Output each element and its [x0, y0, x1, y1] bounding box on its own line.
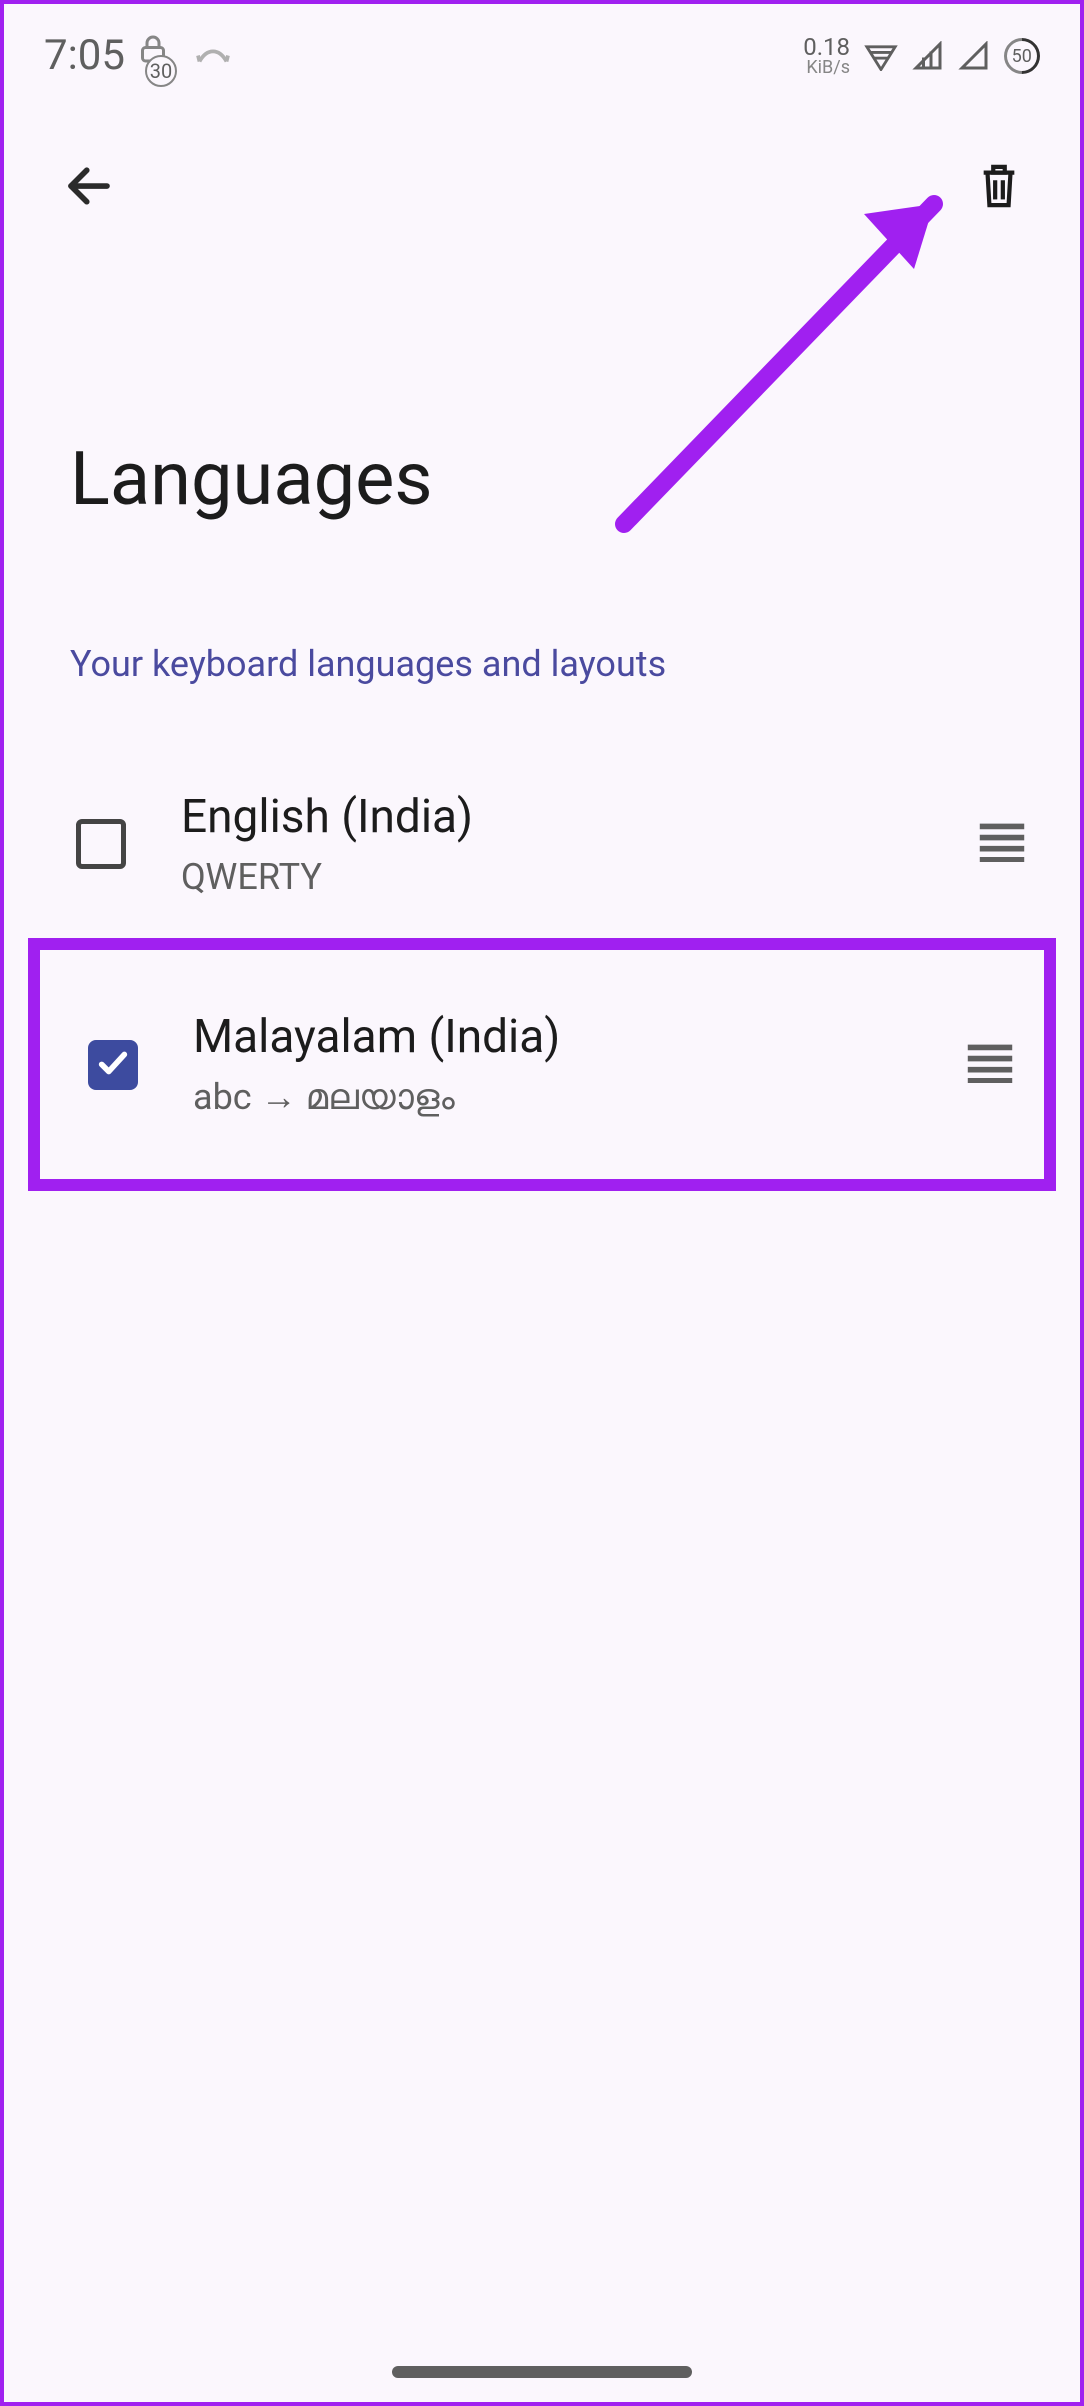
- network-value: 0.18: [803, 35, 850, 59]
- battery-percent: 50: [1012, 45, 1032, 66]
- drag-handle[interactable]: [974, 822, 1030, 866]
- network-speed: 0.18 KiB/s: [803, 35, 850, 77]
- notification-lock-icon: 30: [135, 31, 185, 81]
- language-text: Malayalam (India) abc → മലയാളം: [193, 1010, 907, 1119]
- section-label: Your keyboard languages and layouts: [4, 523, 1080, 685]
- toolbar: [4, 99, 1080, 226]
- language-row-english[interactable]: English (India) QWERTY: [4, 750, 1080, 938]
- language-title: English (India): [181, 790, 919, 844]
- language-list: English (India) QWERTY Malayalam (India)…: [4, 685, 1080, 1191]
- checkbox-unchecked[interactable]: [76, 819, 126, 869]
- language-subtitle: QWERTY: [181, 856, 919, 898]
- notification-count: 30: [145, 55, 177, 87]
- back-button[interactable]: [52, 149, 126, 226]
- annotation-highlight: Malayalam (India) abc → മലയാളം: [28, 938, 1056, 1191]
- signal-2-icon: [958, 41, 990, 71]
- arrow-left-icon: [62, 201, 116, 216]
- missed-call-icon: [195, 40, 231, 72]
- status-right: 0.18 KiB/s 50: [803, 35, 1040, 77]
- checkbox-checked[interactable]: [88, 1040, 138, 1090]
- signal-1-icon: [912, 41, 944, 71]
- clock-time: 7:05: [44, 31, 125, 80]
- status-bar: 7:05 30 0.18 KiB/s 50: [4, 4, 1080, 99]
- page-title: Languages: [4, 226, 1080, 523]
- status-left: 7:05 30: [44, 31, 231, 81]
- delete-button[interactable]: [966, 151, 1032, 224]
- check-icon: [96, 1046, 130, 1084]
- battery-icon: 50: [997, 30, 1048, 81]
- language-row-malayalam[interactable]: Malayalam (India) abc → മലയാളം: [40, 950, 1044, 1179]
- trash-icon: [976, 199, 1022, 214]
- drag-handle[interactable]: [962, 1043, 1018, 1087]
- language-title: Malayalam (India): [193, 1010, 907, 1064]
- language-subtitle: abc → മലയാളം: [193, 1076, 907, 1119]
- network-unit: KiB/s: [803, 59, 850, 77]
- language-text: English (India) QWERTY: [181, 790, 919, 898]
- drag-icon: [962, 1068, 1018, 1087]
- drag-icon: [974, 847, 1030, 866]
- wifi-icon: [864, 41, 898, 71]
- gesture-bar[interactable]: [392, 2366, 692, 2378]
